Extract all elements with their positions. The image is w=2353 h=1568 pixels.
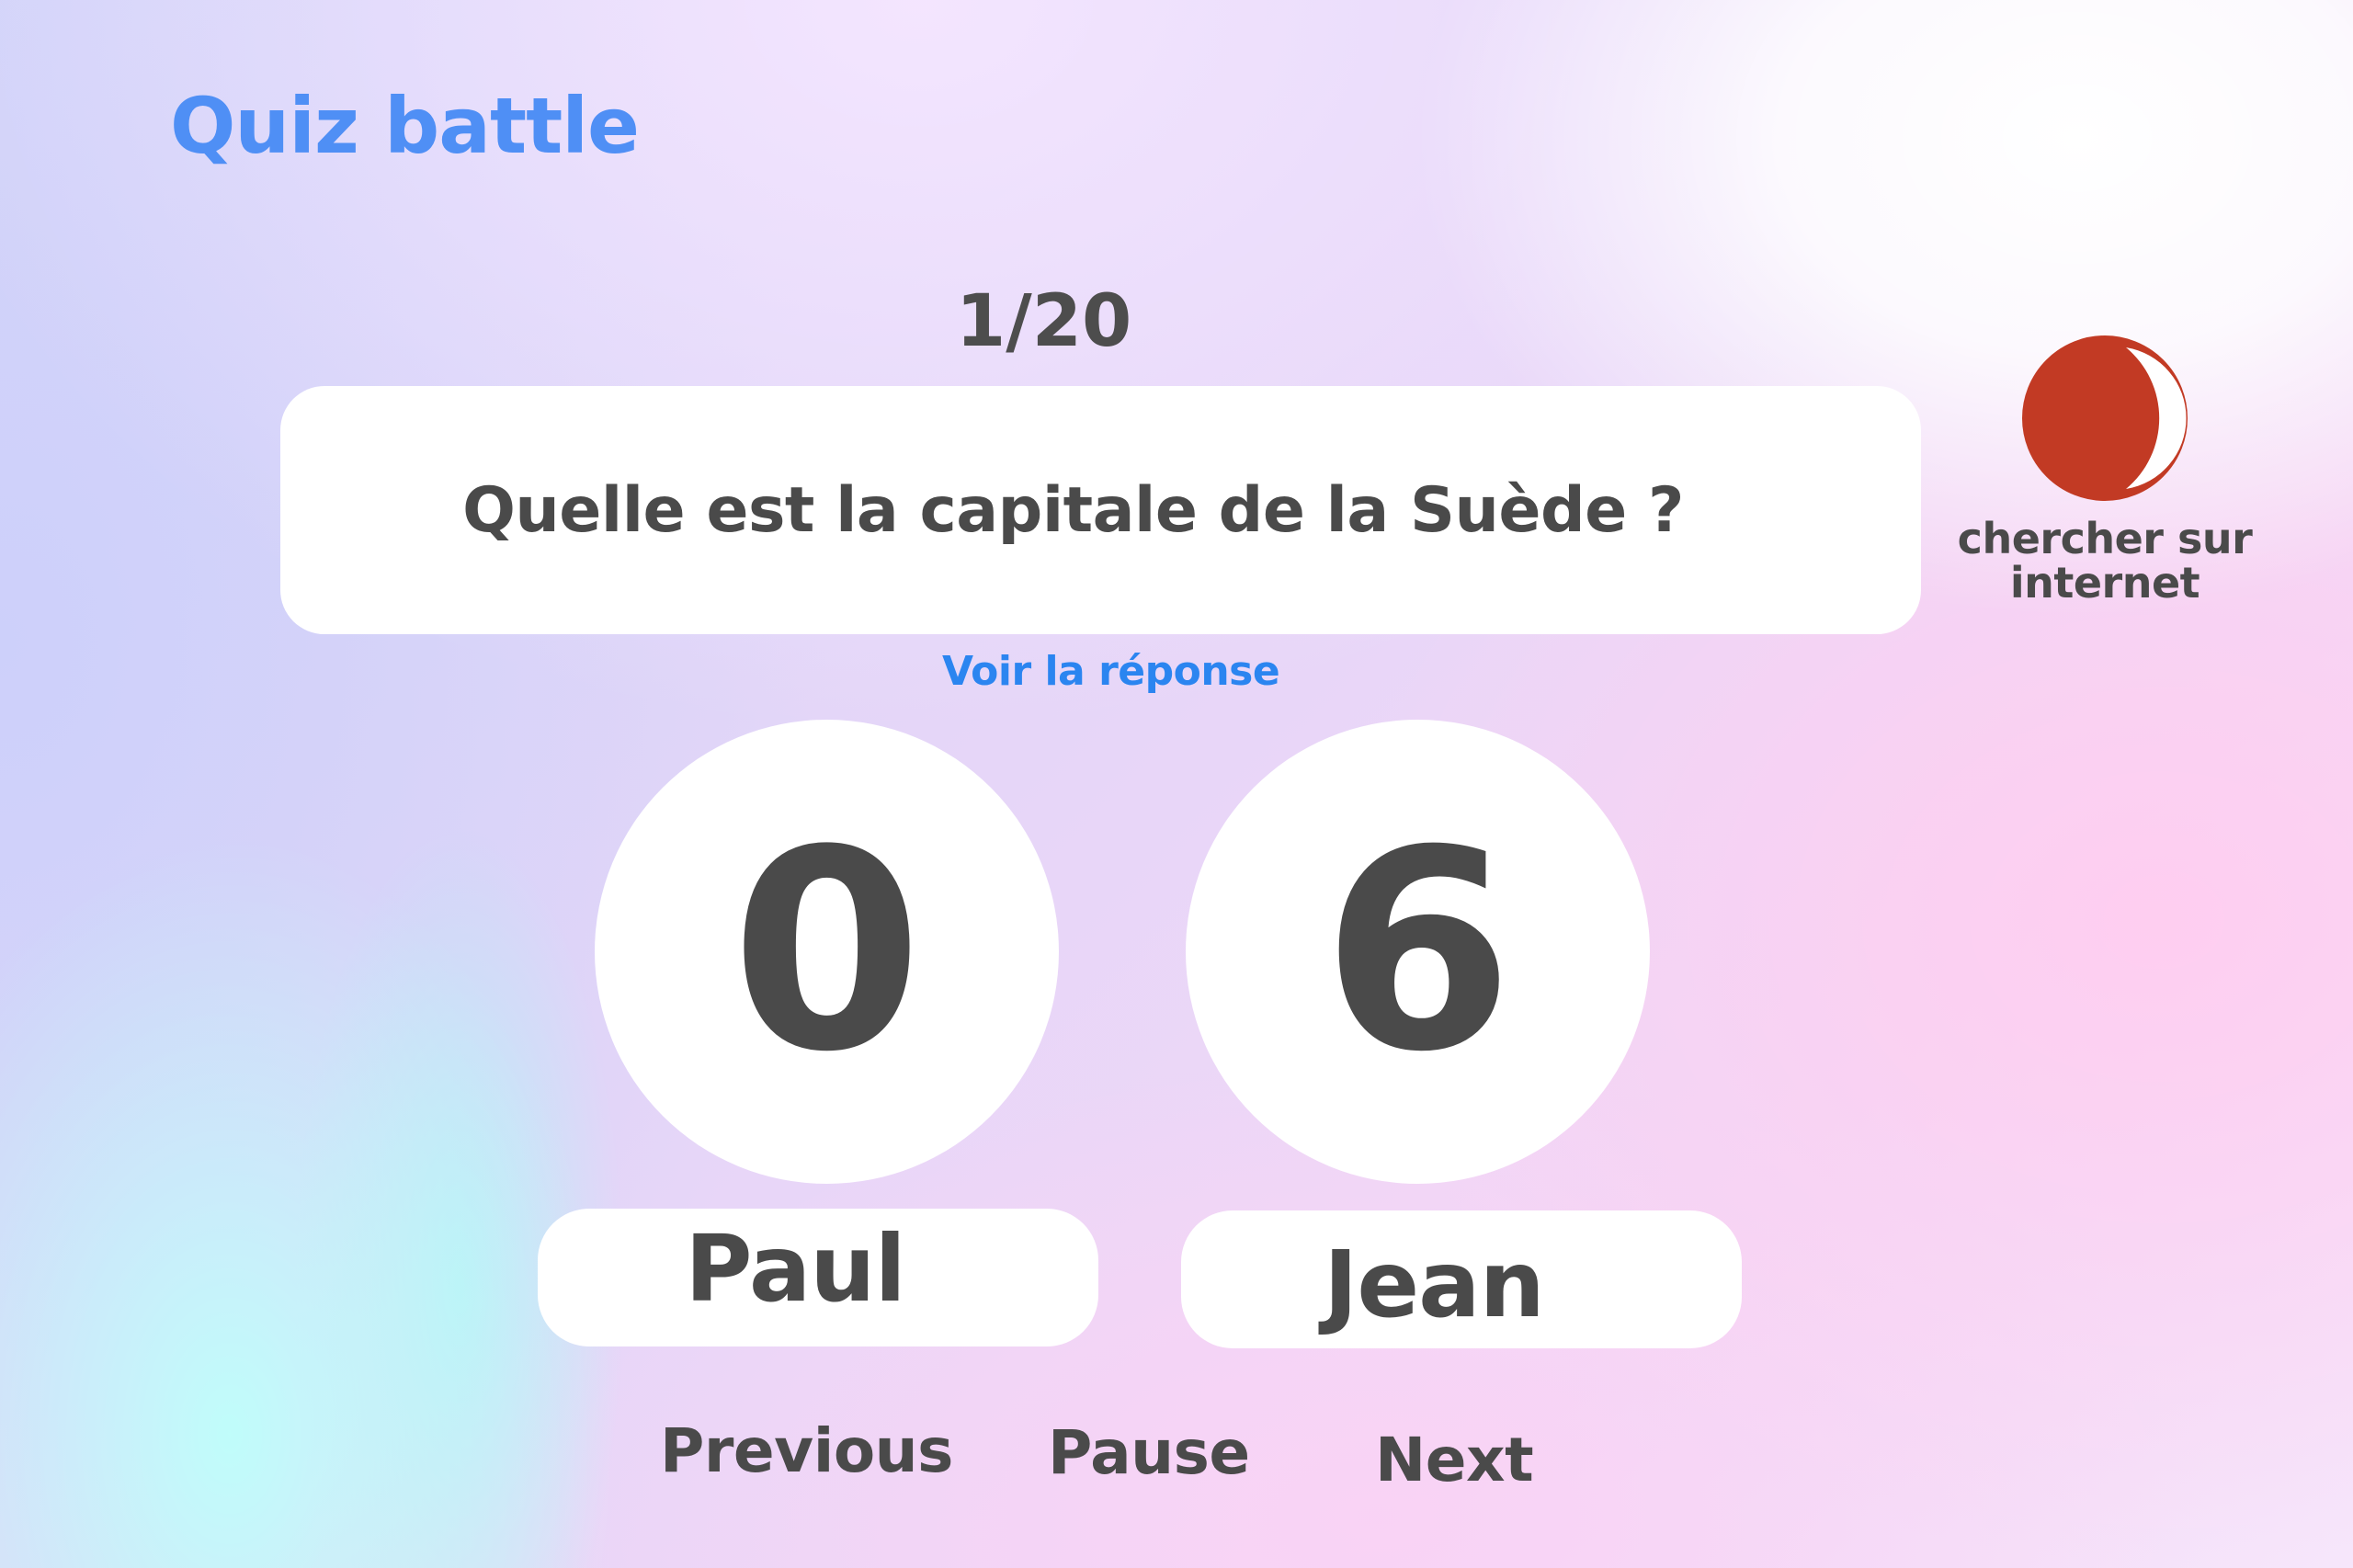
question-counter: 1/20 bbox=[956, 280, 1132, 363]
player-2-score: 6 bbox=[1322, 790, 1514, 1112]
moon-icon bbox=[2022, 335, 2188, 501]
player-1-score: 0 bbox=[731, 790, 923, 1112]
player-2-name-pill: Jean bbox=[1181, 1210, 1742, 1348]
player-2-name: Jean bbox=[1324, 1230, 1545, 1338]
app-title: Quiz battle bbox=[170, 81, 640, 171]
question-card: Quelle est la capitale de la Suède ? bbox=[280, 386, 1921, 634]
player-2-score-circle: 6 bbox=[1186, 720, 1650, 1184]
search-internet-label: chercher sur internet bbox=[1957, 514, 2253, 608]
search-internet-button[interactable]: chercher sur internet bbox=[1949, 331, 2261, 605]
background-gradient bbox=[0, 0, 2353, 1568]
player-1-score-circle: 0 bbox=[595, 720, 1059, 1184]
player-1-name-pill: Paul bbox=[538, 1209, 1098, 1346]
reveal-answer-link[interactable]: Voir la réponse bbox=[942, 648, 1280, 695]
next-button[interactable]: Next bbox=[1375, 1425, 1534, 1495]
question-text: Quelle est la capitale de la Suède ? bbox=[462, 473, 1684, 547]
player-1-name: Paul bbox=[685, 1214, 906, 1323]
previous-button[interactable]: Previous bbox=[660, 1415, 953, 1486]
pause-button[interactable]: Pause bbox=[1048, 1417, 1250, 1488]
